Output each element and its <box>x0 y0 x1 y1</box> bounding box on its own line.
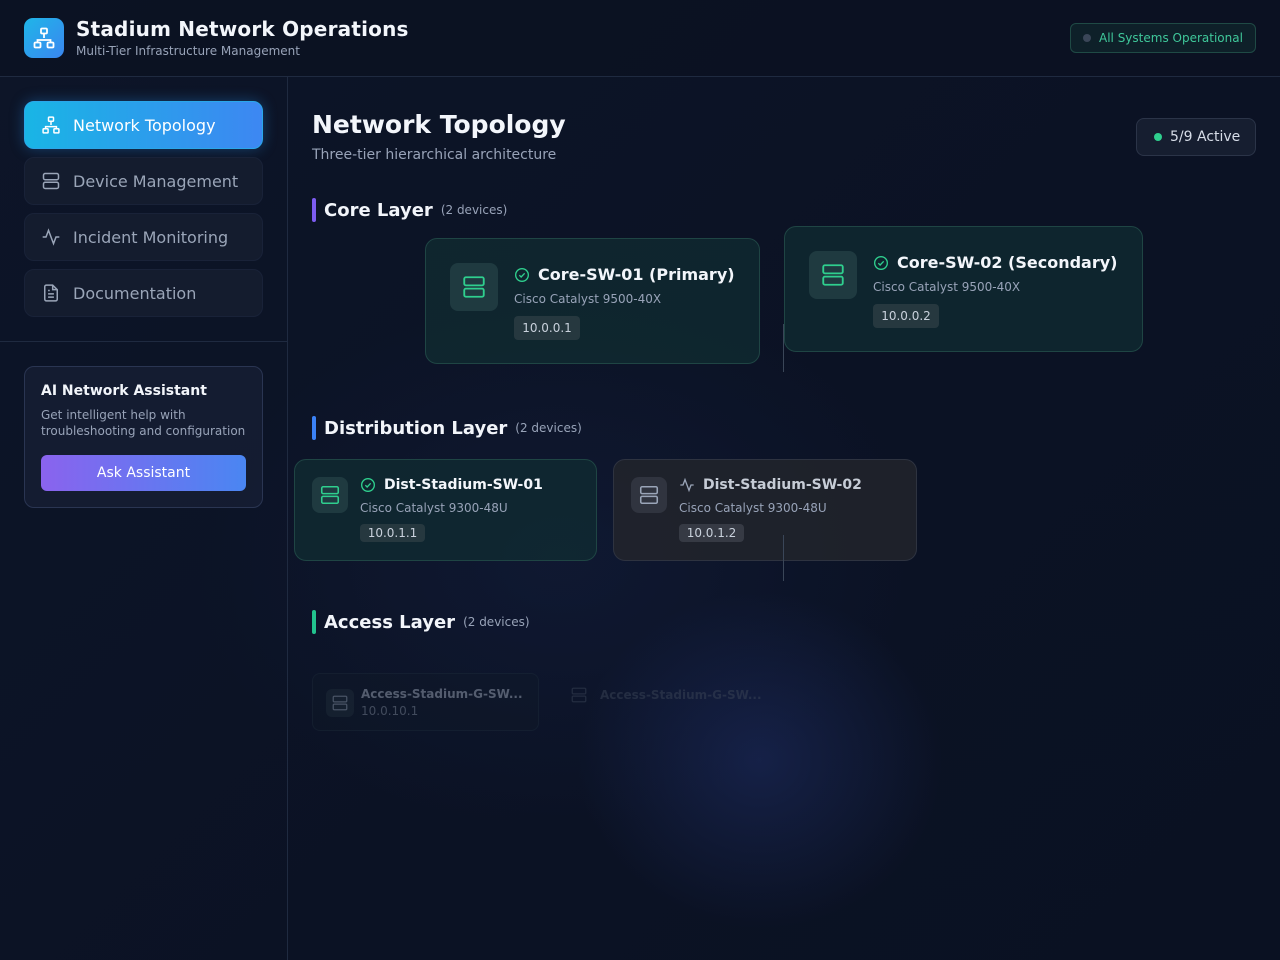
device-model: Cisco Catalyst 9500-40X <box>514 292 662 306</box>
device-ip: 10.0.0.2 <box>873 304 939 328</box>
status-dot-icon <box>1083 34 1091 42</box>
server-icon <box>570 686 588 704</box>
server-icon <box>326 689 354 717</box>
device-card-access-stadium-g-sw-1[interactable]: Access-Stadium-G-SW... 10.0.10.1 <box>312 673 539 731</box>
document-icon <box>41 283 61 303</box>
device-ip: 10.0.10.1 <box>361 704 419 718</box>
ask-assistant-button[interactable]: Ask Assistant <box>41 455 246 491</box>
activity-icon <box>679 477 695 493</box>
access-layer-header: Access Layer (2 devices) <box>312 610 530 634</box>
device-name: Core-SW-02 (Secondary) <box>897 253 1118 272</box>
device-card-dist-stadium-sw-02[interactable]: Dist-Stadium-SW-02 Cisco Catalyst 9300-4… <box>613 459 917 561</box>
distribution-access-connector <box>783 535 784 581</box>
layer-name: Core Layer <box>324 199 433 221</box>
layer-color-bar <box>312 198 316 222</box>
page-title: Network Topology <box>312 110 566 139</box>
app-header: Stadium Network Operations Multi-Tier In… <box>0 0 1280 77</box>
layer-name: Distribution Layer <box>324 417 508 439</box>
activity-icon <box>41 227 61 247</box>
sidebar: Network Topology Device Management Incid… <box>0 77 288 960</box>
app-subtitle: Multi-Tier Infrastructure Management <box>76 44 300 58</box>
layer-count: (2 devices) <box>440 203 508 217</box>
ai-assistant-card: AI Network Assistant Get intelligent hel… <box>24 366 263 508</box>
layer-count: (2 devices) <box>463 615 530 629</box>
check-circle-icon <box>360 477 376 493</box>
check-circle-icon <box>514 267 530 283</box>
device-ip: 10.0.0.1 <box>514 316 580 340</box>
device-ip: 10.0.1.2 <box>679 524 744 542</box>
layer-color-bar <box>312 610 316 634</box>
check-circle-icon <box>873 255 889 271</box>
system-status-badge: All Systems Operational <box>1070 23 1256 53</box>
server-icon <box>631 477 667 513</box>
layer-color-bar <box>312 416 316 440</box>
device-name: Dist-Stadium-SW-02 <box>703 477 862 493</box>
device-name: Core-SW-01 (Primary) <box>538 265 735 284</box>
server-icon <box>312 477 348 513</box>
device-model: Cisco Catalyst 9300-48U <box>679 501 827 515</box>
app-title: Stadium Network Operations <box>76 17 409 41</box>
assistant-description: Get intelligent help with troubleshootin… <box>41 408 246 438</box>
device-name: Access-Stadium-G-SW... <box>600 688 762 702</box>
active-devices-badge: 5/9 Active <box>1136 118 1256 156</box>
sidebar-item-label: Incident Monitoring <box>73 227 229 247</box>
sidebar-item-documentation[interactable]: Documentation <box>24 269 263 317</box>
sidebar-item-label: Documentation <box>73 283 197 303</box>
sidebar-item-label: Device Management <box>73 171 239 191</box>
sidebar-item-label: Network Topology <box>73 115 216 135</box>
core-layer-header: Core Layer (2 devices) <box>312 198 507 222</box>
distribution-layer-header: Distribution Layer (2 devices) <box>312 416 582 440</box>
system-status-text: All Systems Operational <box>1099 31 1243 45</box>
device-card-core-sw-01[interactable]: Core-SW-01 (Primary) Cisco Catalyst 9500… <box>425 238 760 364</box>
active-count: 5/9 Active <box>1170 129 1241 145</box>
device-ip: 10.0.1.1 <box>360 524 425 542</box>
sidebar-divider <box>0 341 288 342</box>
device-model: Cisco Catalyst 9300-48U <box>360 501 508 515</box>
server-icon <box>41 171 61 191</box>
active-dot-icon <box>1154 133 1162 141</box>
device-card-core-sw-02[interactable]: Core-SW-02 (Secondary) Cisco Catalyst 95… <box>784 226 1143 352</box>
network-icon <box>41 115 61 135</box>
device-name: Access-Stadium-G-SW... <box>361 687 523 701</box>
page-subtitle: Three-tier hierarchical architecture <box>312 147 557 163</box>
server-icon <box>450 263 498 311</box>
server-icon <box>809 251 857 299</box>
sidebar-item-device-management[interactable]: Device Management <box>24 157 263 205</box>
network-logo-icon <box>24 18 64 58</box>
device-card-access-stadium-g-sw-2[interactable]: Access-Stadium-G-SW... <box>570 686 762 704</box>
device-model: Cisco Catalyst 9500-40X <box>873 280 1021 294</box>
assistant-title: AI Network Assistant <box>41 383 207 399</box>
layer-name: Access Layer <box>324 611 456 633</box>
sidebar-item-network-topology[interactable]: Network Topology <box>24 101 263 149</box>
sidebar-item-incident-monitoring[interactable]: Incident Monitoring <box>24 213 263 261</box>
core-distribution-connector <box>783 324 784 372</box>
layer-count: (2 devices) <box>515 421 582 435</box>
device-card-dist-stadium-sw-01[interactable]: Dist-Stadium-SW-01 Cisco Catalyst 9300-4… <box>294 459 597 561</box>
device-name: Dist-Stadium-SW-01 <box>384 477 543 493</box>
